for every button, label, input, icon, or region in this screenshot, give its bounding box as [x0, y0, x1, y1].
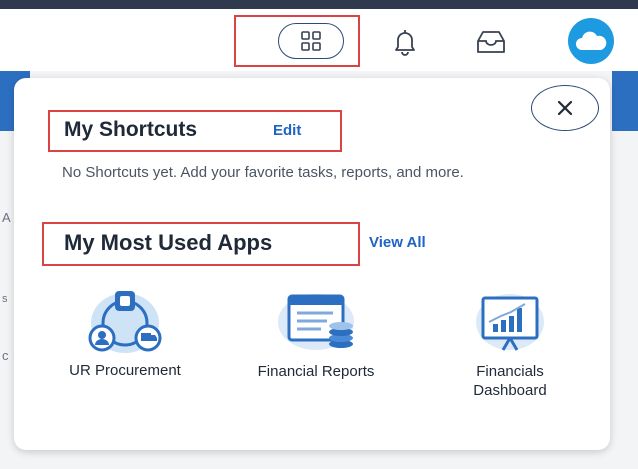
cloud-avatar-icon: [576, 31, 607, 50]
app-financial-reports[interactable]: Financial Reports: [228, 288, 404, 381]
inbox-icon: [477, 31, 505, 53]
app-label: Financial Reports: [257, 363, 375, 380]
view-all-apps-link[interactable]: View All: [369, 234, 426, 251]
edit-shortcuts-link[interactable]: Edit: [273, 122, 301, 139]
apps-menu-button[interactable]: [278, 23, 344, 59]
page-header-band-right: [612, 71, 638, 131]
app-financials-dashboard[interactable]: Financials Dashboard: [448, 288, 572, 400]
background-text-fragment: A: [2, 210, 11, 225]
background-text-fragment: s: [2, 293, 8, 305]
most-used-apps-title: My Most Used Apps: [64, 230, 273, 255]
procurement-icon: [88, 291, 162, 353]
app-label: UR Procurement: [69, 362, 181, 379]
financial-reports-icon: [278, 294, 354, 350]
profile-avatar[interactable]: [568, 18, 614, 64]
app-ur-procurement[interactable]: UR Procurement: [44, 283, 206, 380]
top-strip: [0, 0, 638, 9]
app-label: Dashboard: [473, 382, 547, 399]
apps-grid-icon: [301, 31, 321, 51]
shortcuts-empty-text: No Shortcuts yet. Add your favorite task…: [62, 164, 464, 181]
background-text-fragment: c: [2, 348, 9, 363]
close-icon: [557, 100, 573, 116]
financials-dashboard-icon: [476, 294, 544, 351]
bell-icon: [395, 30, 415, 56]
close-panel-button[interactable]: [531, 85, 599, 131]
shortcuts-title: My Shortcuts: [64, 118, 198, 141]
inbox-button[interactable]: [472, 26, 510, 58]
app-label: Financials: [476, 363, 544, 380]
notifications-button[interactable]: [388, 26, 422, 58]
